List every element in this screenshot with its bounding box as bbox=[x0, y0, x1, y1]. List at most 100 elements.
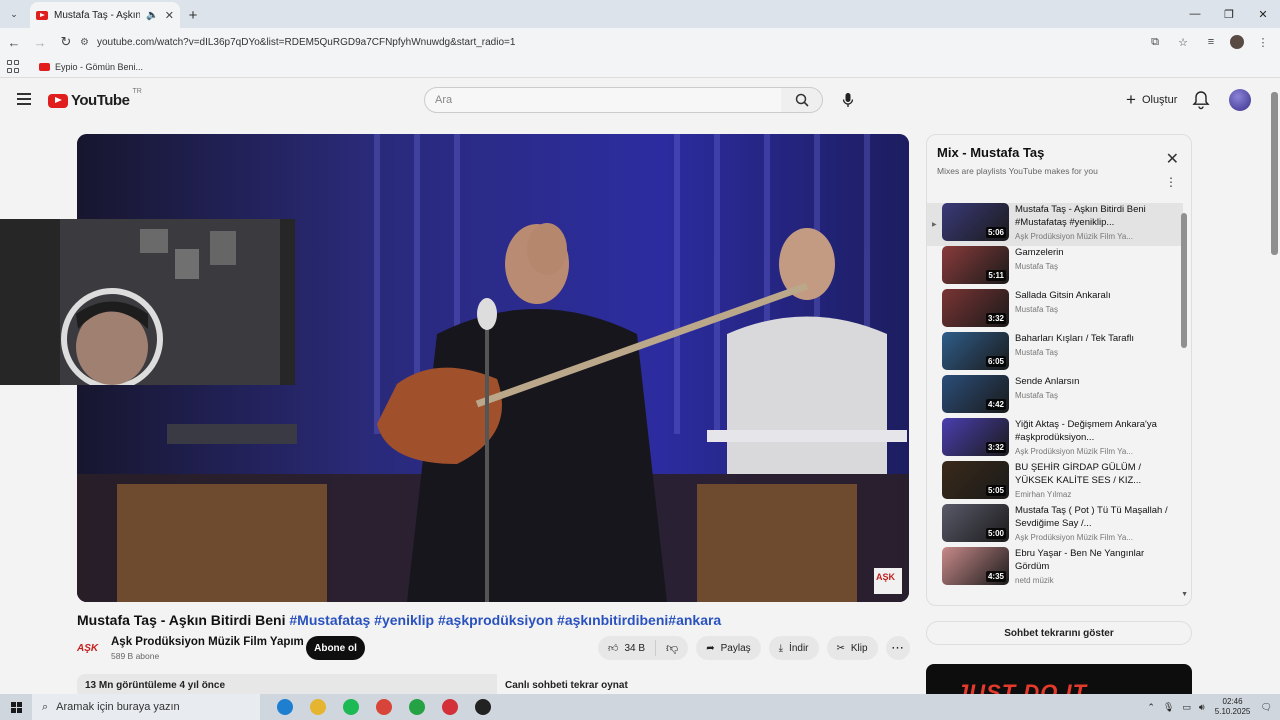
playlist-item[interactable]: 4:42 Sende Anlarsın Mustafa Taş bbox=[927, 375, 1183, 418]
playlist-item-title[interactable]: Sallada Gitsin Ankaralı bbox=[1015, 289, 1180, 302]
video-thumbnail[interactable]: 3:32 bbox=[942, 418, 1009, 456]
profile-avatar[interactable] bbox=[1230, 35, 1244, 49]
playlist-item-title[interactable]: BU ŞEHİR GİRDAP GÜLÜM / YÜKSEK KALİTE SE… bbox=[1015, 461, 1180, 487]
omnibox[interactable]: ⚙ youtube.com/watch?v=dIL36p7qDYo&list=R… bbox=[80, 30, 1200, 54]
chrome-taskbar-icon[interactable] bbox=[367, 694, 400, 720]
clock-time: 02:46 bbox=[1222, 697, 1243, 706]
playlist-item[interactable]: 3:32 Sallada Gitsin Ankaralı Mustafa Taş bbox=[927, 289, 1183, 332]
channel-name-row[interactable]: Aşk Prodüksiyon Müzik Film Yapım bbox=[111, 636, 317, 648]
playlist-item-title[interactable]: Yiğit Aktaş - Değişmem Ankara'ya #aşkpro… bbox=[1015, 418, 1180, 444]
thumbs-down-icon: 👎︎ bbox=[666, 640, 679, 655]
reload-icon[interactable]: ↻ bbox=[54, 30, 78, 54]
bookmark-item[interactable]: Eypio - Gömün Beni... bbox=[39, 62, 143, 72]
spotify-taskbar-icon[interactable] bbox=[334, 694, 367, 720]
clip-button[interactable]: ✂ Klip bbox=[826, 636, 878, 660]
edge-taskbar-icon[interactable] bbox=[268, 694, 301, 720]
page-scrollbar[interactable] bbox=[1271, 92, 1278, 255]
mix-title[interactable]: Mix - Mustafa Taş bbox=[937, 145, 1181, 160]
forward-icon[interactable]: → bbox=[28, 30, 52, 54]
bookmark-star-icon[interactable]: ☆ bbox=[1174, 30, 1192, 54]
clip-label: Klip bbox=[850, 642, 868, 654]
site-info-icon[interactable]: ⚙ bbox=[80, 37, 89, 48]
playlist-item-title[interactable]: Mustafa Taş - Aşkın Bitirdi Beni #Mustaf… bbox=[1015, 203, 1180, 229]
create-button[interactable]: + Oluştur bbox=[1116, 87, 1187, 113]
video-thumbnail[interactable]: 5:06 bbox=[942, 203, 1009, 241]
notifications-bell-icon[interactable] bbox=[1192, 90, 1210, 110]
tab-search-chevron-icon[interactable]: ⌄ bbox=[0, 0, 28, 28]
obs-taskbar-icon[interactable] bbox=[466, 694, 499, 720]
channel-info: AŞK Aşk Prodüksiyon Müzik Film Yapım 589… bbox=[77, 636, 317, 661]
playlist-item[interactable]: 4:35 Ebru Yaşar - Ben Ne Yangınlar Gördüm… bbox=[927, 547, 1183, 590]
clock[interactable]: 02:46 5.10.2025 bbox=[1213, 697, 1253, 717]
playlist-item[interactable]: 5:00 Mustafa Taş ( Pot ) Tü Tü Maşallah /… bbox=[927, 504, 1183, 547]
video-thumbnail[interactable]: 4:42 bbox=[942, 375, 1009, 413]
playlist-item[interactable]: 5:11 Gamzelerin Mustafa Taş bbox=[927, 246, 1183, 289]
playlist-item-title[interactable]: Sende Anlarsın bbox=[1015, 375, 1180, 388]
new-tab-button[interactable]: + bbox=[180, 2, 206, 28]
notification-center-icon[interactable]: 🗨︎ bbox=[1261, 702, 1272, 713]
dislike-button[interactable]: 👎︎ bbox=[656, 641, 688, 656]
playlist-menu-icon[interactable]: ⋮ bbox=[1165, 176, 1177, 188]
account-avatar[interactable] bbox=[1229, 89, 1251, 111]
windows-start-icon[interactable] bbox=[0, 694, 32, 720]
close-playlist-icon[interactable]: ✕ bbox=[1166, 149, 1179, 169]
opera-taskbar-icon[interactable] bbox=[433, 694, 466, 720]
taskbar-search-input[interactable]: ⌕ Aramak için buraya yazın bbox=[32, 694, 260, 720]
playlist-item-title[interactable]: Ebru Yaşar - Ben Ne Yangınlar Gördüm bbox=[1015, 547, 1180, 573]
bookmark-label: Eypio - Gömün Beni... bbox=[55, 61, 144, 72]
playlist-item[interactable]: 6:05 Baharları Kışları / Tek Taraflı Musta… bbox=[927, 332, 1183, 375]
playlist-item[interactable]: 5:05 BU ŞEHİR GİRDAP GÜLÜM / YÜKSEK KALİT… bbox=[927, 461, 1183, 504]
tray-chevron-icon[interactable]: ⌃ bbox=[1147, 702, 1155, 713]
video-thumbnail[interactable]: 3:32 bbox=[942, 289, 1009, 327]
video-duration: 5:11 bbox=[986, 270, 1006, 281]
close-tab-icon[interactable]: ✕ bbox=[165, 9, 174, 22]
tab-title: Mustafa Taş - Aşkın Bitirdi B bbox=[54, 9, 141, 21]
chrome-menu-icon[interactable]: ⋮ bbox=[1254, 30, 1272, 54]
show-chat-replay-button[interactable]: Sohbet tekrarını göster bbox=[926, 621, 1192, 645]
video-thumbnail[interactable]: 5:00 bbox=[942, 504, 1009, 542]
network-icon[interactable]: ▭ bbox=[1182, 702, 1191, 713]
share-button[interactable]: ➦ Paylaş bbox=[696, 636, 761, 660]
playlist-item-title[interactable]: Baharları Kışları / Tek Taraflı bbox=[1015, 332, 1180, 345]
channel-logo[interactable]: AŞK bbox=[77, 639, 103, 659]
microphone-tray-icon[interactable]: 🎙︎ bbox=[1163, 702, 1174, 713]
download-button[interactable]: ⤓ İndir bbox=[768, 636, 819, 660]
playlist-scrollbar[interactable] bbox=[1181, 213, 1187, 603]
video-thumbnail[interactable]: 5:05 bbox=[942, 461, 1009, 499]
subscribe-button[interactable]: Abone ol bbox=[306, 636, 365, 660]
playlist-item[interactable]: ▶ 5:06 Mustafa Taş - Aşkın Bitirdi Beni #M… bbox=[927, 203, 1183, 246]
playlist-item-title[interactable]: Gamzelerin bbox=[1015, 246, 1180, 259]
youtube-play-icon bbox=[48, 93, 68, 108]
restore-icon[interactable]: ❐ bbox=[1212, 0, 1246, 28]
video-hashtags[interactable]: #Mustafataş #yeniklip #aşkprodüksiyon #a… bbox=[289, 612, 721, 628]
back-icon[interactable]: ← bbox=[2, 30, 26, 54]
more-actions-icon[interactable]: ⋯ bbox=[885, 636, 910, 660]
browser-tab[interactable]: Mustafa Taş - Aşkın Bitirdi B 🔈 ✕ bbox=[30, 2, 180, 28]
playlist-item[interactable]: 3:32 Yiğit Aktaş - Değişmem Ankara'ya #aş… bbox=[927, 418, 1183, 461]
scroll-down-icon[interactable]: ▼ bbox=[1181, 591, 1188, 598]
media-control-icon[interactable]: ≡ bbox=[1202, 30, 1220, 54]
minimize-icon[interactable]: — bbox=[1178, 0, 1212, 28]
hamburger-menu-icon[interactable] bbox=[17, 93, 31, 105]
channel-name[interactable]: Aşk Prodüksiyon Müzik Film Yapım bbox=[111, 636, 304, 648]
video-thumbnail[interactable]: 5:11 bbox=[942, 246, 1009, 284]
search-button[interactable] bbox=[781, 87, 823, 113]
video-thumbnail[interactable]: 4:35 bbox=[942, 547, 1009, 585]
like-button[interactable]: 👍︎ 34 B bbox=[598, 640, 657, 656]
video-duration: 4:35 bbox=[985, 571, 1006, 582]
whatsapp-taskbar-icon[interactable] bbox=[400, 694, 433, 720]
close-window-icon[interactable]: ✕ bbox=[1246, 0, 1280, 28]
install-app-icon[interactable]: ⧉ bbox=[1146, 30, 1164, 54]
live-chat-replay-label: Canlı sohbeti tekrar oynat bbox=[505, 680, 628, 691]
apps-grid-icon[interactable] bbox=[7, 59, 21, 74]
youtube-logo[interactable]: YouTube TR bbox=[48, 88, 142, 109]
file-explorer-taskbar-icon[interactable] bbox=[301, 694, 334, 720]
search-input[interactable]: Ara bbox=[424, 87, 782, 113]
taskbar-apps bbox=[268, 694, 499, 720]
video-thumbnail[interactable]: 6:05 bbox=[942, 332, 1009, 370]
volume-icon[interactable]: 🔊︎ bbox=[1199, 702, 1205, 713]
search-icon: ⌕ bbox=[42, 700, 49, 713]
speaker-icon[interactable]: 🔈 bbox=[146, 10, 158, 21]
microphone-icon[interactable] bbox=[838, 89, 858, 111]
playlist-item-title[interactable]: Mustafa Taş ( Pot ) Tü Tü Maşallah / Sev… bbox=[1015, 504, 1180, 530]
